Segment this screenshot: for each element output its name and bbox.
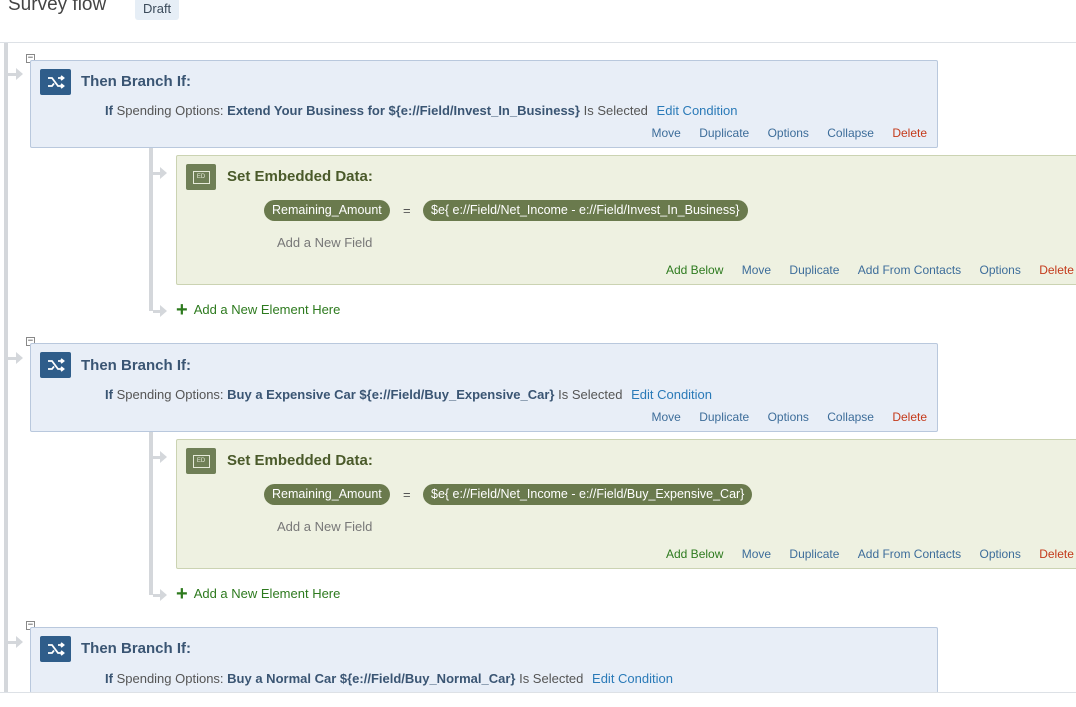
edit-condition-link[interactable]: Edit Condition (592, 671, 673, 686)
condition-choice: Extend Your Business for ${e://Field/Inv… (227, 103, 580, 118)
branch-condition: If Spending Options: Extend Your Busines… (105, 103, 738, 118)
equals-sign: = (403, 487, 411, 502)
footer-divider (0, 692, 1076, 693)
flow-arrow-icon (160, 167, 167, 179)
add-new-element-label: Add a New Element Here (193, 302, 341, 317)
embedded-actions: Add Below Move Duplicate Add From Contac… (651, 547, 1074, 561)
add-from-contacts-link[interactable]: Add From Contacts (858, 263, 961, 277)
branch-block: Then Branch If: If Spending Options: Ext… (30, 60, 938, 148)
flow-arrow-icon (160, 451, 167, 463)
branch-icon (40, 352, 71, 378)
embedded-data-icon: ED (186, 164, 216, 190)
equals-sign: = (403, 203, 411, 218)
embedded-actions: Add Below Move Duplicate Add From Contac… (651, 263, 1074, 277)
if-label: If (105, 387, 113, 402)
options-link[interactable]: Options (768, 410, 809, 424)
collapse-link[interactable]: Collapse (827, 126, 874, 140)
condition-question: Spending Options: (116, 103, 224, 118)
branch-icon (40, 69, 71, 95)
embedded-field-name[interactable]: Remaining_Amount (264, 484, 390, 505)
embedded-data-block: ED Set Embedded Data: Remaining_Amount =… (176, 155, 1076, 285)
options-link[interactable]: Options (768, 126, 809, 140)
delete-link[interactable]: Delete (892, 126, 927, 140)
options-link[interactable]: Options (980, 263, 1021, 277)
branch-actions: Move Duplicate Options Collapse Delete (637, 126, 928, 140)
branch-block: Then Branch If: If Spending Options: Buy… (30, 627, 938, 693)
embedded-data-title: Set Embedded Data: (227, 452, 373, 469)
options-link[interactable]: Options (980, 547, 1021, 561)
condition-choice: Buy a Normal Car ${e://Field/Buy_Normal_… (227, 671, 516, 686)
delete-link[interactable]: Delete (1039, 263, 1074, 277)
collapse-link[interactable]: Collapse (827, 410, 874, 424)
condition-operator: Is Selected (558, 387, 623, 402)
move-link[interactable]: Move (742, 547, 771, 561)
branch-title: Then Branch If: (81, 73, 192, 90)
condition-question: Spending Options: (116, 387, 224, 402)
flow-arrow-icon (16, 68, 23, 80)
duplicate-link[interactable]: Duplicate (699, 410, 749, 424)
duplicate-link[interactable]: Duplicate (699, 126, 749, 140)
duplicate-link[interactable]: Duplicate (789, 547, 839, 561)
plus-icon: + (176, 583, 188, 605)
embedded-data-icon: ED (186, 448, 216, 474)
embedded-data-block: ED Set Embedded Data: Remaining_Amount =… (176, 439, 1076, 569)
embedded-field-value[interactable]: $e{ e://Field/Net_Income - e://Field/Buy… (423, 484, 753, 505)
move-link[interactable]: Move (742, 263, 771, 277)
add-from-contacts-link[interactable]: Add From Contacts (858, 547, 961, 561)
delete-link[interactable]: Delete (1039, 547, 1074, 561)
condition-question: Spending Options: (116, 671, 224, 686)
if-label: If (105, 671, 113, 686)
add-new-field-link[interactable]: Add a New Field (277, 235, 372, 250)
flow-arrow-icon (16, 636, 23, 648)
add-new-field-link[interactable]: Add a New Field (277, 519, 372, 534)
flow-main-connector (4, 43, 8, 693)
plus-icon: + (176, 299, 188, 321)
branch-block: Then Branch If: If Spending Options: Buy… (30, 343, 938, 432)
status-badge: Draft (135, 0, 180, 20)
branch-title: Then Branch If: (81, 640, 192, 657)
branch-actions: Move Duplicate Options Collapse Delete (637, 410, 928, 424)
embedded-field-value[interactable]: $e{ e://Field/Net_Income - e://Field/Inv… (423, 200, 748, 221)
if-label: If (105, 103, 113, 118)
page-title: Survey flow (8, 0, 107, 15)
branch-title: Then Branch If: (81, 357, 192, 374)
move-link[interactable]: Move (652, 410, 681, 424)
delete-link[interactable]: Delete (892, 410, 927, 424)
branch-condition: If Spending Options: Buy a Expensive Car… (105, 387, 712, 402)
add-new-element-link[interactable]: + Add a New Element Here (176, 299, 340, 322)
condition-operator: Is Selected (583, 103, 648, 118)
branch-condition: If Spending Options: Buy a Normal Car ${… (105, 671, 673, 686)
header-divider (0, 42, 1076, 43)
embedded-field-name[interactable]: Remaining_Amount (264, 200, 390, 221)
add-new-element-link[interactable]: + Add a New Element Here (176, 583, 340, 606)
move-link[interactable]: Move (652, 126, 681, 140)
flow-arrow-icon (160, 589, 167, 601)
edit-condition-link[interactable]: Edit Condition (657, 103, 738, 118)
condition-choice: Buy a Expensive Car ${e://Field/Buy_Expe… (227, 387, 555, 402)
flow-arrow-icon (160, 305, 167, 317)
add-below-link[interactable]: Add Below (666, 263, 723, 277)
edit-condition-link[interactable]: Edit Condition (631, 387, 712, 402)
duplicate-link[interactable]: Duplicate (789, 263, 839, 277)
flow-arrow-icon (16, 352, 23, 364)
condition-operator: Is Selected (519, 671, 584, 686)
add-new-element-label: Add a New Element Here (193, 586, 341, 601)
branch-icon (40, 636, 71, 662)
embedded-data-title: Set Embedded Data: (227, 168, 373, 185)
add-below-link[interactable]: Add Below (666, 547, 723, 561)
